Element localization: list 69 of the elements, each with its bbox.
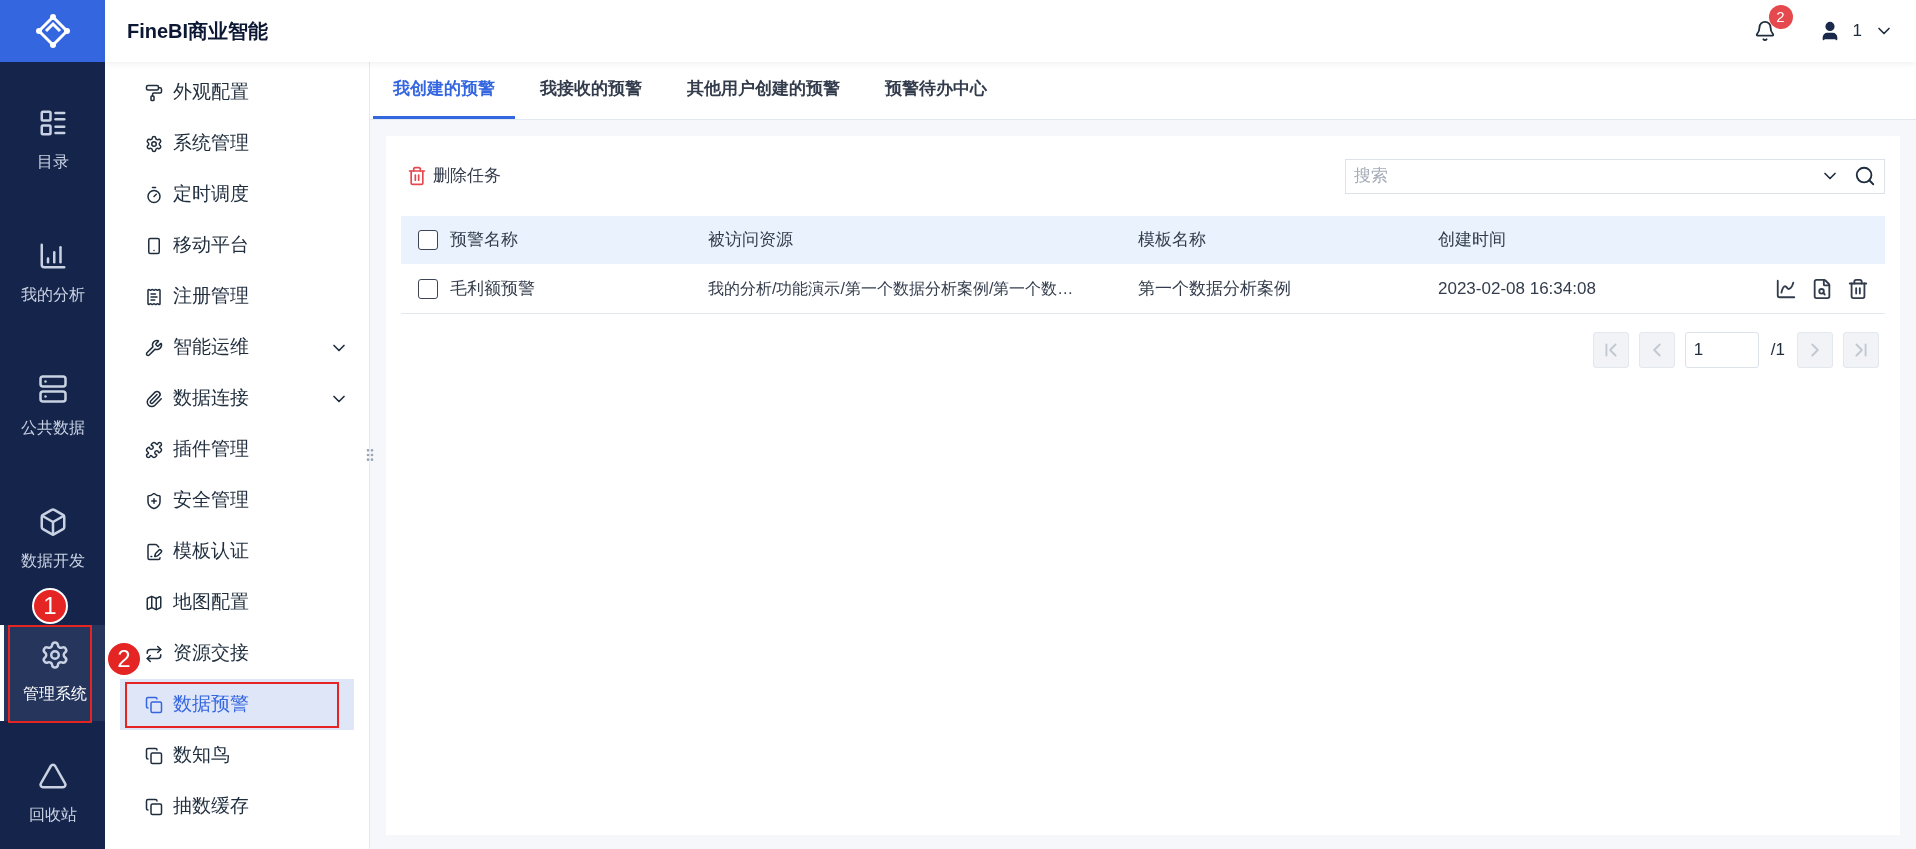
table-cell-text: 第一个数据分析案例	[1138, 277, 1292, 300]
copy-icon	[145, 695, 163, 714]
exchange-icon	[145, 644, 163, 663]
settings-icon	[39, 639, 70, 670]
sidebar-item[interactable]: 数据连接	[145, 383, 349, 414]
paperclip-icon	[145, 389, 163, 408]
puzzle-icon	[145, 440, 163, 459]
callout-badge: 1	[32, 588, 68, 624]
sidebar-item[interactable]: 资源交接	[145, 638, 349, 669]
tab[interactable]: 我创建的预警	[373, 61, 515, 119]
wrench-icon	[145, 338, 163, 357]
sidebar-item[interactable]: 插件管理	[145, 434, 349, 465]
sidebar-item[interactable]: 移动平台	[145, 230, 349, 261]
file-search-icon[interactable]	[1811, 277, 1833, 300]
rail-item[interactable]: 公共数据	[0, 358, 105, 455]
column-header: 创建时间	[1438, 229, 1507, 252]
map-icon	[145, 593, 163, 612]
table-cell-text: 毛利额预警	[450, 277, 536, 300]
settings-icon	[145, 134, 163, 153]
tab[interactable]: 预警待办中心	[865, 61, 1007, 119]
phone-icon	[145, 236, 163, 255]
tab[interactable]: 我接收的预警	[520, 61, 662, 119]
sidebar-item[interactable]: 注册管理	[145, 281, 349, 312]
copy-icon	[145, 797, 163, 816]
sidebar-item[interactable]: 抽数缓存	[145, 791, 349, 822]
callout-badge: 2	[106, 641, 142, 677]
logo-icon	[34, 13, 71, 49]
server-icon	[37, 373, 68, 404]
search-icon[interactable]	[1854, 165, 1876, 187]
page-input[interactable]: 1	[1684, 332, 1759, 368]
rail-item[interactable]: 回收站	[0, 746, 105, 842]
search-field[interactable]: 搜索	[1345, 158, 1885, 194]
user-menu[interactable]: 1	[1818, 18, 1894, 44]
search-input[interactable]: 搜索	[1354, 163, 1820, 189]
notification-count: 2	[1768, 5, 1793, 29]
tab[interactable]: 其他用户创建的预警	[667, 61, 860, 119]
sidebar-item[interactable]: 模板认证	[145, 536, 349, 567]
sidebar-item[interactable]: 外观配置	[145, 77, 349, 108]
shield-icon	[145, 491, 163, 510]
paint-roller-icon	[145, 83, 163, 102]
stopwatch-icon	[145, 185, 163, 204]
sidebar-item[interactable]: 安全管理	[145, 485, 349, 516]
row-checkbox[interactable]	[418, 278, 438, 299]
register-icon	[145, 287, 163, 306]
table-cell-text: 2023-02-08 16:34:08	[1438, 277, 1597, 300]
rail-item[interactable]: 我的分析	[0, 225, 105, 322]
app-title: FineBI商业智能	[127, 19, 269, 44]
trash-icon	[407, 166, 427, 186]
rail-item[interactable]: 数据开发	[0, 491, 105, 588]
rail-item[interactable]: 管理系统	[0, 624, 105, 721]
column-header: 预警名称	[450, 229, 519, 252]
column-header: 模板名称	[1138, 229, 1207, 252]
sidebar-item[interactable]: 数据预警	[120, 679, 354, 730]
document-icon	[145, 542, 163, 561]
triangle-icon	[37, 761, 68, 791]
copy-icon	[145, 746, 163, 765]
column-header: 被访问资源	[708, 229, 794, 252]
sidebar-item[interactable]: 数知鸟	[145, 740, 349, 771]
sidebar-item[interactable]: 智能运维	[145, 332, 349, 363]
select-all-checkbox[interactable]	[418, 230, 438, 250]
rail-item[interactable]: 目录	[0, 92, 105, 189]
sidebar-item[interactable]: 定时调度	[145, 179, 349, 210]
page-total: /1	[1770, 339, 1785, 362]
sidebar-item[interactable]: 系统管理	[145, 128, 349, 159]
sidebar-item[interactable]: 地图配置	[145, 587, 349, 618]
table-cell-text: 我的分析/功能演示/第一个数据分析案例/第一个数…	[708, 278, 1075, 299]
delete-task-button[interactable]: 删除任务	[401, 163, 501, 189]
bell-icon	[1753, 20, 1776, 42]
trash-icon[interactable]	[1847, 277, 1869, 300]
